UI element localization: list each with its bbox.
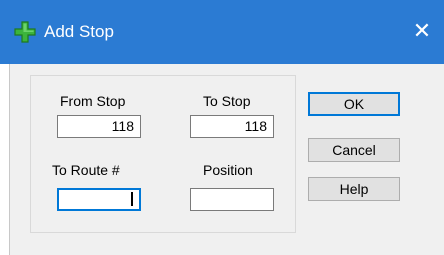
window-left-edge bbox=[0, 64, 10, 255]
window-title: Add Stop bbox=[44, 22, 114, 41]
add-stop-dialog: Add Stop ✕ From Stop 118 To Stop 118 To … bbox=[0, 0, 444, 255]
from-stop-input[interactable]: 118 bbox=[57, 115, 141, 138]
to-route-label: To Route # bbox=[52, 162, 120, 178]
help-button[interactable]: Help bbox=[308, 177, 400, 201]
position-label: Position bbox=[203, 162, 253, 178]
cancel-button[interactable]: Cancel bbox=[308, 138, 400, 162]
green-plus-icon bbox=[14, 21, 36, 43]
ok-button[interactable]: OK bbox=[308, 92, 400, 116]
title-bar: Add Stop ✕ bbox=[0, 0, 444, 64]
position-input[interactable] bbox=[190, 188, 274, 211]
to-stop-input[interactable]: 118 bbox=[190, 115, 274, 138]
close-button[interactable]: ✕ bbox=[400, 14, 444, 50]
to-route-input[interactable] bbox=[57, 188, 141, 211]
to-stop-label: To Stop bbox=[203, 93, 251, 109]
text-caret bbox=[131, 192, 133, 206]
from-stop-label: From Stop bbox=[60, 93, 126, 109]
